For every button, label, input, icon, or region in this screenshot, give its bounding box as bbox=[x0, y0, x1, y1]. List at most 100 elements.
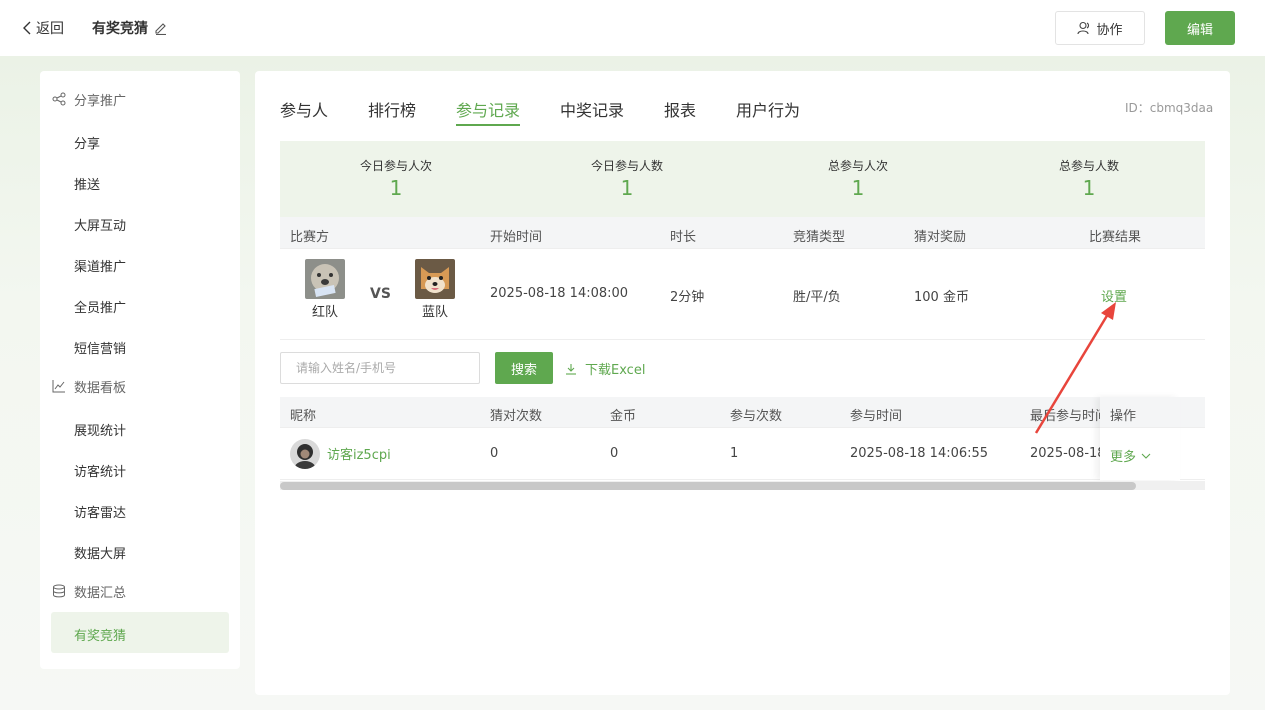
sidebar-item-staff-promotion[interactable]: 全员推广 bbox=[74, 297, 126, 316]
sidebar-group-label: 分享推广 bbox=[74, 93, 127, 109]
sidebar-group-summary: 数据汇总 bbox=[52, 581, 126, 601]
record-table-header: 昵称 猜对次数 金币 参与次数 参与时间 最后参与时间 bbox=[280, 397, 1205, 428]
stat-label: 今日参与人数 bbox=[590, 159, 663, 173]
column-header: 操作 bbox=[1100, 397, 1180, 428]
reward: 100 金币 bbox=[914, 290, 969, 305]
stat-value: 1 bbox=[389, 176, 403, 200]
match-table-header: 比赛方 开始时间 时长 竞猜类型 猜对奖励 比赛结果 bbox=[280, 217, 1205, 249]
edit-button[interactable]: 编辑 bbox=[1165, 11, 1235, 45]
top-bar: 返回 有奖竞猜 协作 编辑 bbox=[0, 0, 1265, 56]
sidebar-group-dashboard: 数据看板 bbox=[52, 376, 126, 396]
stat-total-visits: 总参与人次 1 bbox=[778, 157, 938, 200]
column-header: 参与时间 bbox=[850, 409, 903, 424]
chevron-left-icon bbox=[23, 21, 31, 35]
database-icon bbox=[53, 584, 65, 598]
download-excel-label: 下载Excel bbox=[585, 363, 646, 378]
page-title-text: 有奖竞猜 bbox=[92, 21, 148, 37]
stat-today-users: 今日参与人数 1 bbox=[547, 157, 707, 200]
sidebar: 分享推广 分享 推送 大屏互动 渠道推广 全员推广 短信营销 数据看板 展现统计… bbox=[40, 71, 240, 669]
last-join-time: 2025-08-18 14:08:00 bbox=[1030, 446, 1100, 461]
participation-count: 1 bbox=[730, 446, 739, 461]
column-header: 最后参与时间 bbox=[1030, 409, 1109, 424]
search-input[interactable] bbox=[280, 352, 480, 384]
duration: 2分钟 bbox=[670, 290, 705, 305]
column-header: 竞猜类型 bbox=[793, 230, 846, 245]
page-title: 有奖竞猜 bbox=[92, 18, 168, 38]
stats-bar: 今日参与人次 1 今日参与人数 1 总参与人次 1 总参与人数 1 bbox=[280, 141, 1205, 217]
stat-value: 1 bbox=[1082, 176, 1096, 200]
stat-today-visits: 今日参与人次 1 bbox=[316, 157, 476, 200]
nickname-link[interactable]: 访客iz5cpi bbox=[327, 444, 391, 463]
search-button[interactable]: 搜索 bbox=[495, 352, 553, 384]
sidebar-item-visitor-stats[interactable]: 访客统计 bbox=[74, 461, 126, 480]
column-header: 参与次数 bbox=[730, 409, 783, 424]
sidebar-item-prize-quiz[interactable]: 有奖竞猜 bbox=[74, 625, 126, 644]
set-result-link[interactable]: 设置 bbox=[1101, 286, 1127, 305]
team-blue-image bbox=[415, 259, 455, 299]
main-panel: 参与人 排行榜 参与记录 中奖记录 报表 用户行为 ID：cbmq3daa 今日… bbox=[255, 71, 1230, 695]
stat-label: 今日参与人次 bbox=[359, 159, 432, 173]
column-header: 猜对奖励 bbox=[914, 230, 967, 245]
sidebar-item-visitor-radar[interactable]: 访客雷达 bbox=[74, 502, 126, 521]
sidebar-item-big-screen-interaction[interactable]: 大屏互动 bbox=[74, 215, 126, 234]
tab-leaderboard[interactable]: 排行榜 bbox=[368, 97, 416, 121]
sidebar-item-share[interactable]: 分享 bbox=[74, 133, 100, 152]
team-blue: 蓝队 bbox=[405, 259, 465, 320]
download-excel-link[interactable]: 下载Excel bbox=[565, 359, 645, 378]
operation-column: 操作 更多 bbox=[1100, 397, 1180, 480]
avatar bbox=[290, 439, 320, 469]
coins: 0 bbox=[610, 446, 619, 461]
team-red-name: 红队 bbox=[311, 305, 338, 320]
column-header: 时长 bbox=[670, 230, 697, 245]
team-red: 红队 bbox=[295, 259, 355, 320]
sidebar-group-label: 数据看板 bbox=[74, 380, 127, 396]
back-button[interactable]: 返回 bbox=[22, 18, 64, 38]
pencil-icon[interactable] bbox=[154, 21, 168, 35]
sidebar-item-sms-marketing[interactable]: 短信营销 bbox=[74, 338, 126, 357]
active-tab-indicator bbox=[456, 124, 520, 126]
sidebar-item-exposure-stats[interactable]: 展现统计 bbox=[74, 420, 126, 439]
tab-winning-records[interactable]: 中奖记录 bbox=[560, 97, 624, 121]
tab-user-behavior[interactable]: 用户行为 bbox=[736, 97, 800, 121]
column-header: 比赛方 bbox=[290, 230, 330, 245]
users-icon bbox=[1077, 21, 1090, 35]
collaborate-button[interactable]: 协作 bbox=[1055, 11, 1145, 45]
team-blue-name: 蓝队 bbox=[421, 305, 448, 320]
stat-value: 1 bbox=[851, 176, 865, 200]
activity-id: ID：cbmq3daa bbox=[1125, 101, 1214, 115]
guess-type: 胜/平/负 bbox=[793, 290, 841, 305]
team-red-image bbox=[305, 259, 345, 299]
sidebar-item-channel-promotion[interactable]: 渠道推广 bbox=[74, 256, 126, 275]
stat-label: 总参与人数 bbox=[1058, 159, 1119, 173]
tab-participants[interactable]: 参与人 bbox=[280, 97, 328, 121]
stat-label: 总参与人次 bbox=[827, 159, 888, 173]
scrollbar-thumb[interactable] bbox=[280, 482, 1136, 490]
collaborate-label: 协作 bbox=[1096, 22, 1123, 38]
stat-total-users: 总参与人数 1 bbox=[1009, 157, 1169, 200]
back-label: 返回 bbox=[36, 21, 64, 37]
stat-value: 1 bbox=[620, 176, 634, 200]
share-icon bbox=[52, 92, 66, 106]
column-header: 比赛结果 bbox=[1089, 230, 1142, 245]
tab-reports[interactable]: 报表 bbox=[664, 97, 696, 121]
sidebar-group-share: 分享推广 bbox=[52, 89, 126, 109]
sidebar-item-push[interactable]: 推送 bbox=[74, 174, 100, 193]
column-header: 昵称 bbox=[290, 409, 317, 424]
start-time: 2025-08-18 14:08:00 bbox=[490, 286, 629, 301]
column-header: 金币 bbox=[610, 409, 637, 424]
horizontal-scrollbar[interactable] bbox=[280, 481, 1205, 490]
more-label: 更多 bbox=[1110, 450, 1137, 465]
more-dropdown[interactable]: 更多 bbox=[1110, 446, 1151, 465]
sidebar-item-data-screen[interactable]: 数据大屏 bbox=[74, 543, 126, 562]
column-header: 猜对次数 bbox=[490, 409, 543, 424]
join-time: 2025-08-18 14:06:55 bbox=[850, 446, 989, 461]
tab-participation-records[interactable]: 参与记录 bbox=[456, 97, 520, 121]
download-icon bbox=[566, 363, 576, 375]
match-row: 红队 VS 蓝队 2025-08-18 14:08:00 2分钟 胜/平/负 1… bbox=[280, 249, 1205, 340]
last-time-clip: 2025-08-18 14:08:00 bbox=[1030, 428, 1100, 480]
correct-count: 0 bbox=[490, 446, 499, 461]
chart-icon bbox=[52, 380, 65, 393]
sidebar-group-label: 数据汇总 bbox=[74, 585, 127, 601]
vs-label: VS bbox=[370, 286, 391, 302]
column-header: 开始时间 bbox=[490, 230, 543, 245]
